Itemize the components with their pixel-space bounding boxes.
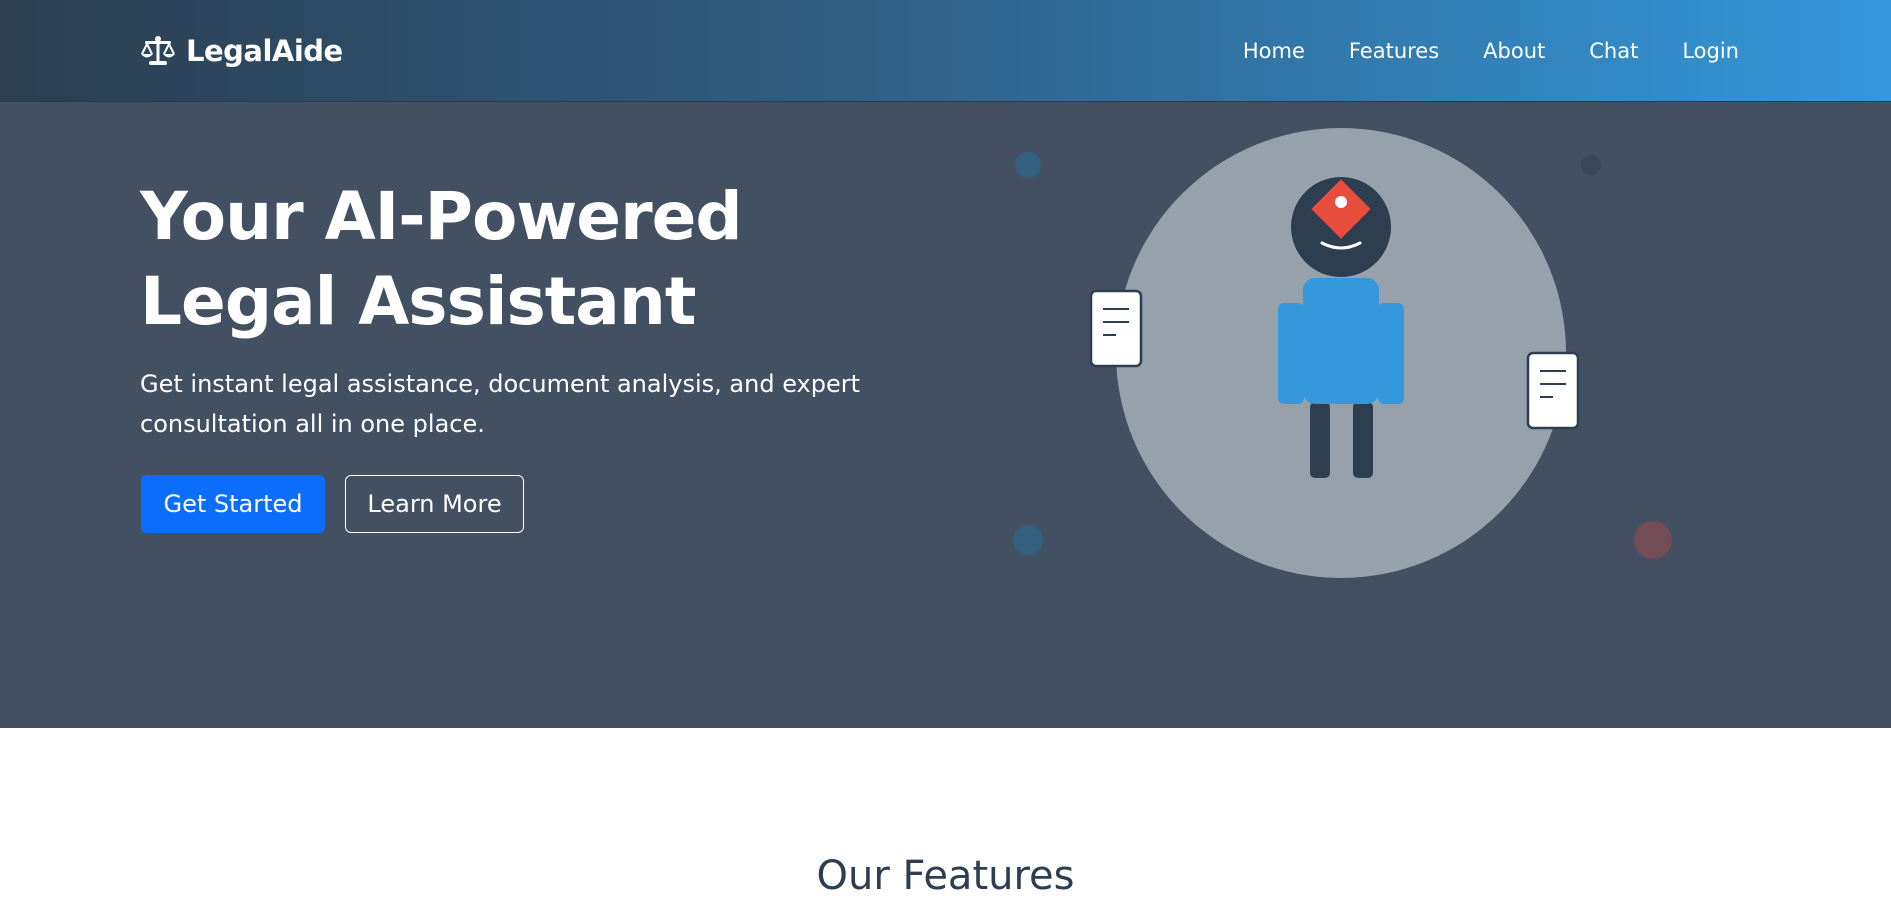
document-icon bbox=[1526, 351, 1580, 430]
nav-link-about[interactable]: About bbox=[1461, 39, 1567, 63]
hero-title-line-1: Your AI-Powered bbox=[140, 178, 743, 255]
learn-more-button[interactable]: Learn More bbox=[345, 475, 524, 533]
features-heading: Our Features bbox=[816, 853, 1075, 899]
nav-link-chat[interactable]: Chat bbox=[1567, 39, 1660, 63]
scale-balance-icon bbox=[141, 36, 175, 65]
hero-subtitle: Get instant legal assistance, document a… bbox=[140, 370, 861, 438]
nav-link-login[interactable]: Login bbox=[1660, 39, 1739, 63]
decor-dot bbox=[1581, 155, 1601, 175]
navbar: LegalAide Home Features About Chat Login bbox=[0, 0, 1891, 102]
hero-title-line-2: Legal Assistant bbox=[140, 263, 696, 340]
get-started-button[interactable]: Get Started bbox=[141, 475, 325, 533]
ai-legal-robot-illustration bbox=[1013, 128, 1672, 578]
decor-dot bbox=[1015, 152, 1041, 178]
nav-link-features[interactable]: Features bbox=[1327, 39, 1461, 63]
nav-link-home[interactable]: Home bbox=[1221, 39, 1327, 63]
hero-section: Your AI-Powered Legal Assistant Get inst… bbox=[0, 102, 1891, 728]
nav-links: Home Features About Chat Login bbox=[1221, 0, 1739, 102]
decor-dot bbox=[1634, 521, 1672, 559]
document-icon bbox=[1089, 289, 1143, 368]
brand-name: LegalAide bbox=[186, 34, 343, 68]
hero-title: Your AI-Powered Legal Assistant bbox=[140, 174, 940, 344]
brand-logo-link[interactable]: LegalAide bbox=[140, 30, 343, 72]
decor-dot bbox=[1013, 525, 1043, 555]
